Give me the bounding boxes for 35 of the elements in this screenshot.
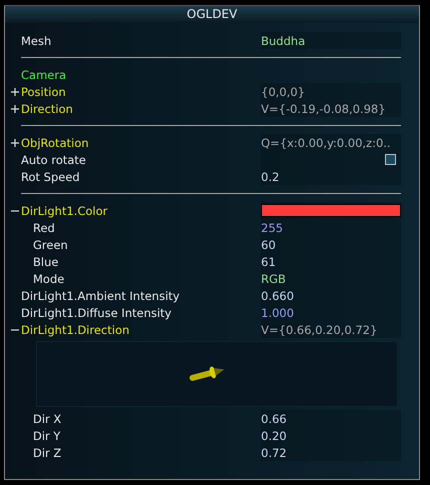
property-value[interactable]: RGB xyxy=(261,272,286,286)
property-label: ObjRotation xyxy=(21,136,89,150)
property-label: Green xyxy=(33,238,68,252)
property-value[interactable]: 61 xyxy=(261,254,276,268)
property-label: DirLight1.Diffuse Intensity xyxy=(21,306,172,320)
property-label: Auto rotate xyxy=(21,152,86,166)
property-label: Position xyxy=(21,84,66,98)
plus-icon[interactable] xyxy=(10,138,18,146)
plus-icon[interactable] xyxy=(10,88,18,96)
window-title: OGLDEV xyxy=(5,6,419,23)
arrow-icon xyxy=(187,364,227,384)
property-label: DirLight1.Color xyxy=(21,204,108,218)
checkbox[interactable] xyxy=(385,154,396,165)
property-value[interactable]: 0.72 xyxy=(261,446,287,460)
property-label: Direction xyxy=(21,102,73,116)
property-label: Rot Speed xyxy=(21,170,80,184)
property-label: DirLight1.Direction xyxy=(21,322,130,336)
property-label: Red xyxy=(33,220,55,234)
property-label: Camera xyxy=(21,68,66,82)
property-value[interactable]: 0.66 xyxy=(261,412,287,426)
property-label: Dir Y xyxy=(33,428,60,442)
property-value[interactable]: 0.20 xyxy=(261,428,287,442)
property-value[interactable]: 255 xyxy=(261,220,283,234)
color-swatch[interactable] xyxy=(261,204,401,217)
property-label: Blue xyxy=(33,254,58,268)
property-value[interactable]: 0.660 xyxy=(261,288,294,302)
property-label: Mode xyxy=(33,272,64,286)
property-value[interactable]: 60 xyxy=(261,238,276,252)
property-label: Dir X xyxy=(33,412,62,426)
property-label: DirLight1.Ambient Intensity xyxy=(21,288,180,302)
plus-icon[interactable] xyxy=(10,104,18,112)
property-value[interactable]: 0.2 xyxy=(261,170,280,184)
property-value[interactable]: 1.000 xyxy=(261,306,294,320)
property-label: Dir Z xyxy=(33,446,62,460)
property-label: Mesh xyxy=(21,34,52,48)
